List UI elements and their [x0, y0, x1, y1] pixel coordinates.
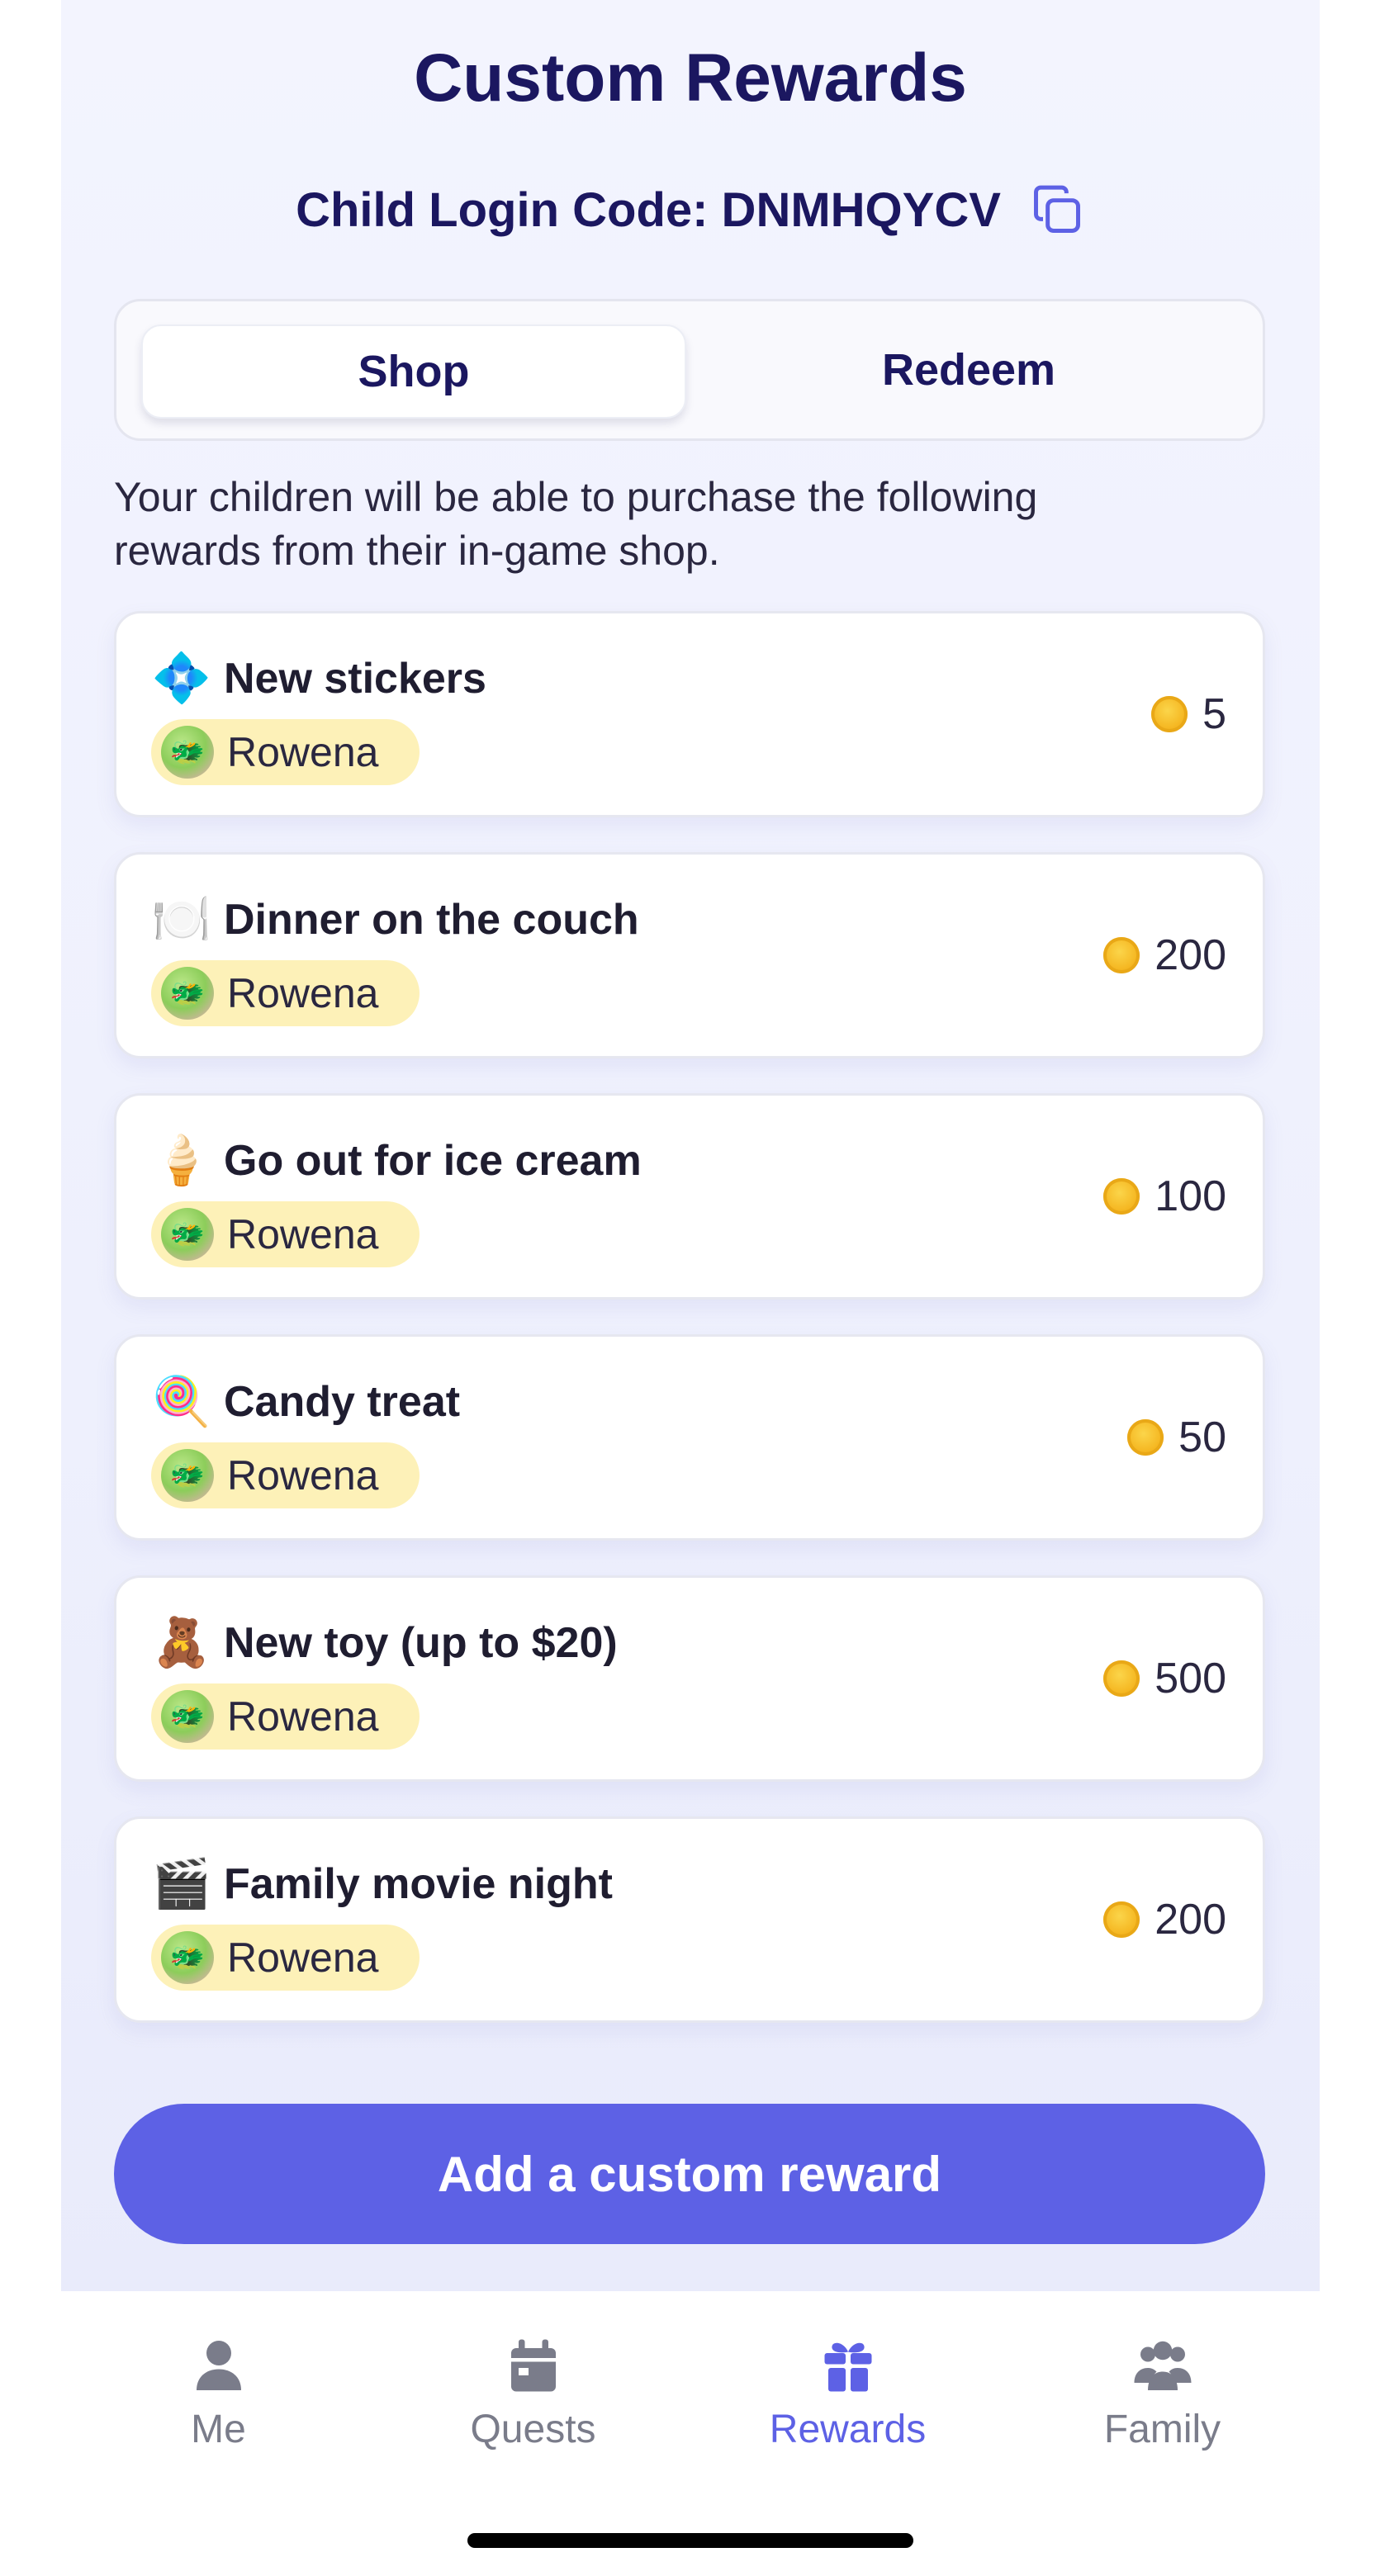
tab-rewards[interactable]: Rewards	[690, 2336, 1005, 2452]
reward-name: Dinner on the couch	[224, 895, 639, 944]
reward-price: 5	[1151, 613, 1226, 815]
reward-price: 200	[1103, 855, 1226, 1056]
reward-price: 50	[1127, 1337, 1226, 1538]
child-chip: 🐲 Rowena	[151, 1442, 420, 1508]
child-chip: 🐲 Rowena	[151, 1201, 420, 1267]
child-chip: 🐲 Rowena	[151, 960, 420, 1026]
reward-card[interactable]: 🍭 Candy treat 🐲 Rowena 50	[114, 1334, 1265, 1541]
coin-icon	[1103, 1901, 1140, 1938]
avatar: 🐲	[161, 1931, 214, 1984]
reward-title-row: 🍽️ Dinner on the couch	[151, 891, 639, 948]
child-login-code: Child Login Code: DNMHQYCV	[296, 182, 1001, 237]
price-value: 50	[1178, 1413, 1226, 1461]
reward-price: 100	[1103, 1096, 1226, 1297]
avatar: 🐲	[161, 1449, 214, 1502]
tab-redeem[interactable]: Redeem	[698, 324, 1240, 415]
plate-icon: 🍽️	[151, 891, 212, 947]
reward-title-row: 🧸 New toy (up to $20)	[151, 1614, 618, 1671]
reward-title-row: 🎬 Family movie night	[151, 1855, 613, 1912]
tab-family[interactable]: Family	[1005, 2336, 1320, 2452]
reward-title-row: 🍭 Candy treat	[151, 1373, 460, 1430]
reward-card[interactable]: 🎬 Family movie night 🐲 Rowena 200	[114, 1816, 1265, 2023]
price-value: 5	[1202, 690, 1226, 738]
reward-card[interactable]: 🍽️ Dinner on the couch 🐲 Rowena 200	[114, 852, 1265, 1058]
coin-icon	[1127, 1419, 1164, 1456]
tab-shop[interactable]: Shop	[141, 324, 686, 419]
tab-label: Family	[1103, 2408, 1221, 2451]
avatar: 🐲	[161, 1690, 214, 1743]
lollipop-icon: 🍭	[151, 1373, 212, 1429]
child-name: Rowena	[227, 1211, 379, 1257]
child-chip: 🐲 Rowena	[151, 1683, 420, 1750]
ice-cream-icon: 🍦	[151, 1132, 212, 1188]
reward-name: New toy (up to $20)	[224, 1618, 618, 1667]
teddy-bear-icon: 🧸	[151, 1614, 212, 1670]
page-title: Custom Rewards	[414, 40, 967, 116]
add-custom-reward-button[interactable]: Add a custom reward	[114, 2104, 1265, 2244]
tab-quests[interactable]: Quests	[376, 2336, 690, 2452]
reward-name: Family movie night	[224, 1859, 613, 1908]
intro-text: Your children will be able to purchase t…	[114, 474, 1038, 574]
child-name: Rowena	[227, 970, 379, 1016]
rewards-panel: Custom Rewards Child Login Code: DNMHQYC…	[61, 0, 1320, 2291]
person-icon	[196, 2341, 241, 2390]
tab-me[interactable]: Me	[61, 2336, 376, 2452]
stickers-icon: 💠	[151, 650, 212, 706]
child-login-code-row: Child Login Code: DNMHQYCV	[61, 182, 1320, 238]
coin-icon	[1103, 937, 1140, 973]
price-value: 500	[1155, 1655, 1226, 1702]
calendar-icon	[510, 2339, 556, 2392]
avatar: 🐲	[161, 967, 214, 1020]
copy-icon[interactable]	[1029, 182, 1085, 238]
coin-icon	[1151, 696, 1188, 732]
avatar: 🐲	[161, 1208, 214, 1261]
reward-title-row: 💠 New stickers	[151, 650, 486, 707]
avatar: 🐲	[161, 726, 214, 779]
child-name: Rowena	[227, 729, 379, 775]
child-name: Rowena	[227, 1452, 379, 1499]
clapperboard-icon: 🎬	[151, 1855, 212, 1911]
bottom-tab-bar: Me Quests Rewards Family	[61, 2291, 1320, 2481]
reward-price: 500	[1103, 1578, 1226, 1779]
price-value: 200	[1155, 931, 1226, 979]
reward-name: Go out for ice cream	[224, 1136, 642, 1185]
price-value: 200	[1155, 1896, 1226, 1944]
reward-card[interactable]: 🍦 Go out for ice cream 🐲 Rowena 100	[114, 1093, 1265, 1300]
child-name: Rowena	[227, 1693, 379, 1740]
shop-redeem-toggle: Shop Redeem	[114, 299, 1265, 441]
tab-label: Quests	[470, 2408, 596, 2451]
people-icon	[1134, 2341, 1191, 2390]
tab-label: Rewards	[769, 2408, 927, 2451]
home-indicator	[467, 2533, 913, 2548]
reward-card[interactable]: 💠 New stickers 🐲 Rowena 5	[114, 611, 1265, 817]
price-value: 100	[1155, 1172, 1226, 1220]
child-name: Rowena	[227, 1934, 379, 1981]
child-chip: 🐲 Rowena	[151, 1925, 420, 1991]
coin-icon	[1103, 1660, 1140, 1697]
reward-name: Candy treat	[224, 1377, 461, 1426]
child-chip: 🐲 Rowena	[151, 719, 420, 785]
reward-card[interactable]: 🧸 New toy (up to $20) 🐲 Rowena 500	[114, 1575, 1265, 1782]
reward-name: New stickers	[224, 654, 486, 703]
reward-price: 200	[1103, 1819, 1226, 2020]
gift-icon	[824, 2342, 871, 2392]
coin-icon	[1103, 1178, 1140, 1215]
tab-label: Me	[191, 2408, 246, 2451]
reward-title-row: 🍦 Go out for ice cream	[151, 1132, 642, 1189]
